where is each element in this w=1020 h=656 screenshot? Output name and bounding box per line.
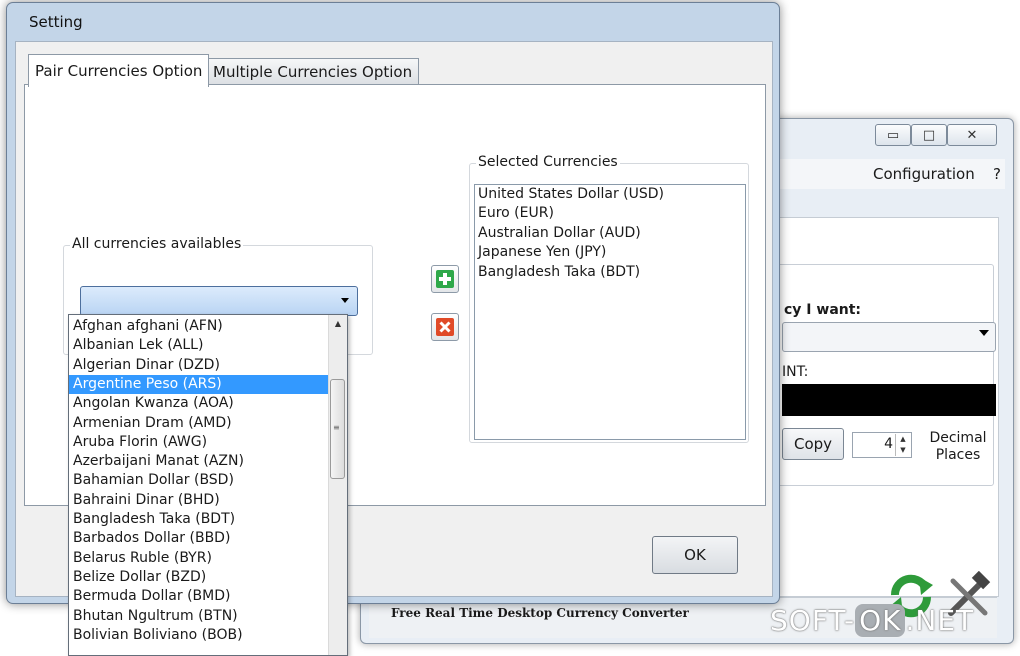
tab-pair-currencies[interactable]: Pair Currencies Option (28, 54, 210, 87)
dropdown-item[interactable]: Aruba Florin (AWG) (69, 433, 329, 452)
minimize-icon: ▭ (886, 127, 900, 143)
currency-select[interactable] (80, 286, 358, 316)
maximize-button[interactable]: □ (911, 124, 947, 146)
dropdown-item[interactable]: Bangladesh Taka (BDT) (69, 510, 329, 529)
list-item[interactable]: United States Dollar (USD) (475, 185, 745, 204)
watermark-left: SOFT- (770, 604, 856, 637)
decimal-places-value: 4 (884, 436, 893, 452)
menu-configuration[interactable]: Configuration (873, 165, 975, 183)
amount-label: INT: (782, 364, 809, 380)
selected-currencies-list[interactable]: United States Dollar (USD) Euro (EUR) Au… (474, 184, 746, 440)
dropdown-item[interactable]: Barbados Dollar (BBD) (69, 529, 329, 548)
minimize-button[interactable]: ▭ (875, 124, 911, 146)
decimal-places-stepper[interactable]: 4 ▲ ▼ (852, 432, 912, 458)
selected-currencies-group: Selected Currencies United States Dollar… (469, 154, 749, 443)
dropdown-item[interactable]: Algerian Dinar (DZD) (69, 356, 329, 375)
watermark: SOFT- OK .NET (770, 604, 974, 637)
dropdown-item[interactable]: Armenian Dram (AMD) (69, 414, 329, 433)
dropdown-item[interactable]: Bermuda Dollar (BMD) (69, 587, 329, 606)
selected-currencies-label: Selected Currencies (476, 154, 620, 170)
chevron-down-icon (341, 298, 349, 303)
dropdown-item[interactable]: Albanian Lek (ALL) (69, 336, 329, 355)
plus-icon (436, 270, 454, 288)
ok-button[interactable]: OK (652, 536, 738, 574)
dropdown-item[interactable]: Bahraini Dinar (BHD) (69, 491, 329, 510)
dropdown-item[interactable]: Bahamian Dollar (BSD) (69, 471, 329, 490)
dropdown-item[interactable]: Angolan Kwanza (AOA) (69, 394, 329, 413)
list-item[interactable]: Bangladesh Taka (BDT) (475, 263, 745, 282)
scroll-up-icon[interactable]: ▲ (329, 315, 347, 333)
currency-dropdown-list[interactable]: Afghan afghani (AFN) Albanian Lek (ALL) … (68, 314, 348, 656)
dropdown-item[interactable]: Bhutan Ngultrum (BTN) (69, 607, 329, 626)
stepper-arrows-icon[interactable]: ▲ ▼ (895, 434, 910, 456)
close-icon: ✕ (966, 127, 978, 143)
watermark-mid: OK (855, 604, 906, 637)
dropdown-scrollbar[interactable]: ▲ ≡ (328, 315, 347, 655)
tab-multiple-currencies[interactable]: Multiple Currencies Option (206, 58, 420, 85)
dropdown-item[interactable]: Belarus Ruble (BYR) (69, 549, 329, 568)
add-currency-button[interactable] (431, 265, 459, 293)
remove-currency-button[interactable] (431, 313, 459, 341)
dropdown-item[interactable]: Argentine Peso (ARS) (69, 374, 329, 395)
maximize-icon: □ (922, 127, 936, 143)
amount-display (782, 384, 996, 416)
dropdown-item[interactable]: Bolivian Boliviano (BOB) (69, 626, 329, 645)
list-item[interactable]: Euro (EUR) (475, 204, 745, 223)
menu-help[interactable]: ? (993, 165, 1001, 183)
grip-icon: ≡ (333, 423, 340, 432)
dropdown-item[interactable]: Afghan afghani (AFN) (69, 317, 329, 336)
chevron-down-icon (979, 330, 989, 336)
scrollbar-thumb[interactable]: ≡ (330, 379, 345, 479)
footer-text: Free Real Time Desktop Currency Converte… (391, 606, 689, 620)
dialog-title: Setting (29, 13, 83, 31)
target-currency-select[interactable] (782, 322, 996, 352)
remove-icon (436, 318, 454, 336)
list-item[interactable]: Australian Dollar (AUD) (475, 224, 745, 243)
close-button[interactable]: ✕ (947, 124, 997, 146)
dropdown-item[interactable]: Azerbaijani Manat (AZN) (69, 452, 329, 471)
list-item[interactable]: Japanese Yen (JPY) (475, 243, 745, 262)
copy-button[interactable]: Copy (782, 428, 844, 460)
dropdown-item[interactable]: Belize Dollar (BZD) (69, 568, 329, 587)
all-currencies-label: All currencies availables (70, 236, 244, 252)
target-currency-label: cy I want: (784, 302, 862, 318)
decimal-places-label: Decimal Places (929, 430, 987, 463)
watermark-right: .NET (905, 604, 975, 637)
